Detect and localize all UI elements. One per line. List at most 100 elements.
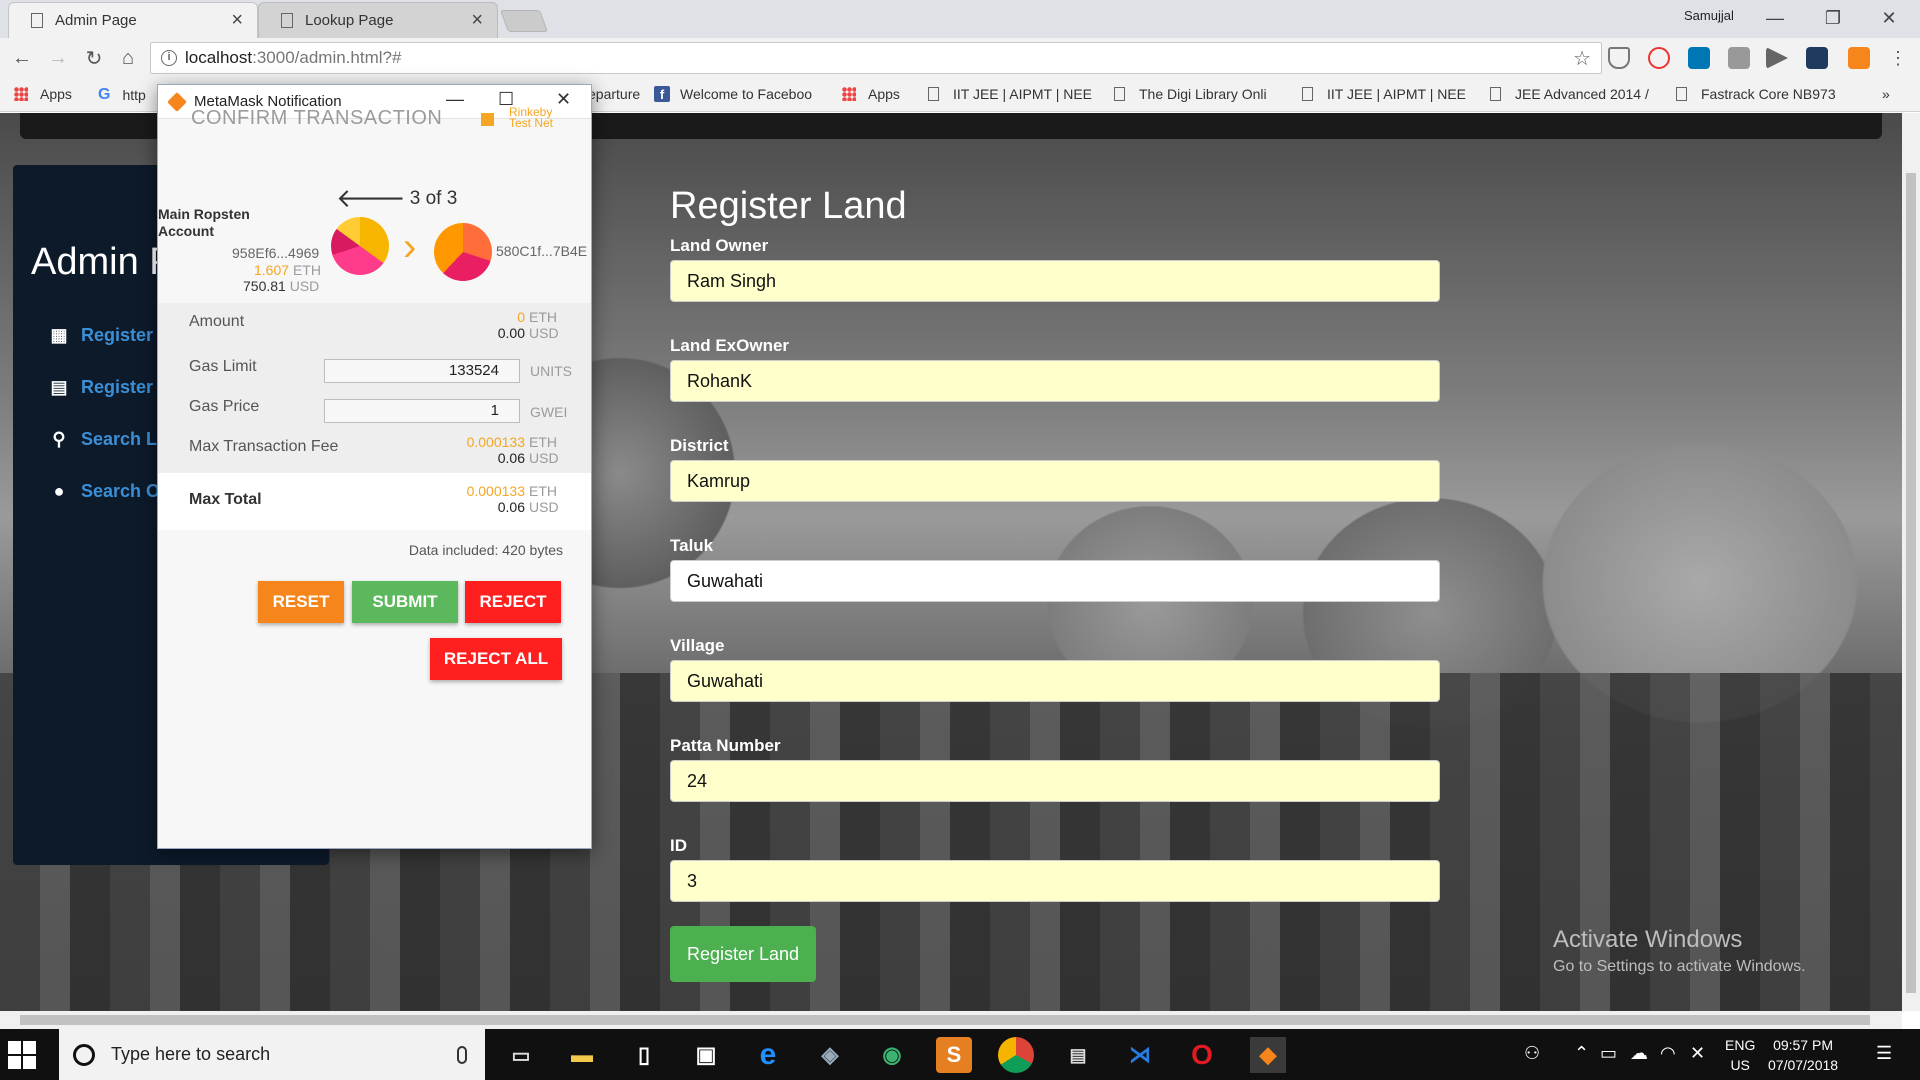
linkedin-extension-icon[interactable] — [1688, 47, 1710, 69]
task-view-icon[interactable]: ▭ — [503, 1037, 539, 1073]
gas-price-input[interactable]: 1 — [324, 399, 520, 423]
metamask-extension-icon[interactable] — [1848, 47, 1870, 69]
close-icon[interactable]: × — [231, 9, 243, 32]
bookmark-apps-2[interactable]: Apps — [842, 86, 922, 102]
vscode-icon[interactable]: ⋊ — [1122, 1037, 1158, 1073]
page-icon — [1490, 87, 1501, 101]
notepad-icon[interactable]: ▯ — [626, 1037, 662, 1073]
language-indicator[interactable]: ENG US — [1725, 1035, 1755, 1075]
extension-icon[interactable] — [1728, 47, 1750, 69]
tab-lookup-page[interactable]: Lookup Page × — [258, 2, 498, 38]
scroll-thumb[interactable] — [20, 1015, 1870, 1025]
land-owner-input[interactable] — [670, 260, 1440, 302]
scroll-thumb[interactable] — [1906, 173, 1916, 993]
to-address: 580C1f...7B4E — [496, 243, 588, 259]
id-input[interactable] — [670, 860, 1440, 902]
shield-extension-icon[interactable] — [1608, 47, 1630, 69]
back-icon[interactable]: ← — [8, 44, 36, 72]
bookmark-iit-jee-2[interactable]: IIT JEE | AIPMT | NEE — [1302, 86, 1467, 102]
submit-button[interactable]: SUBMIT — [352, 581, 458, 623]
taluk-input[interactable] — [670, 560, 1440, 602]
chrome-icon[interactable] — [998, 1037, 1034, 1073]
menu-icon[interactable]: ⋮ — [1884, 44, 1912, 72]
bookmark-apps[interactable]: Apps — [14, 86, 94, 102]
close-window-icon[interactable]: ✕ — [1866, 4, 1912, 32]
sublime-text-icon[interactable]: S — [936, 1037, 972, 1073]
patta-number-input[interactable] — [670, 760, 1440, 802]
max-total-label: Max Total — [189, 491, 262, 508]
extension-icon[interactable] — [1806, 47, 1828, 69]
file-explorer-icon[interactable]: ▬ — [564, 1037, 600, 1073]
restore-icon[interactable]: ❐ — [1810, 4, 1856, 32]
volume-muted-icon[interactable]: ✕ — [1690, 1043, 1705, 1064]
gas-price-label: Gas Price — [189, 398, 260, 415]
sidebar-item-search-land[interactable]: ⚲ Search La — [49, 429, 167, 450]
edge-icon[interactable]: e — [750, 1037, 786, 1073]
app-icon[interactable]: ◈ — [812, 1037, 848, 1073]
reject-button[interactable]: REJECT — [465, 581, 561, 623]
bookmark-digi-library[interactable]: The Digi Library Onli — [1114, 86, 1284, 102]
land-exowner-label: Land ExOwner — [670, 336, 790, 355]
tab-title: Admin Page — [55, 12, 137, 29]
minimize-icon[interactable]: — — [1752, 4, 1798, 32]
reload-icon[interactable]: ↻ — [80, 44, 108, 72]
grid-icon: ▦ — [50, 325, 68, 345]
page-icon — [281, 13, 293, 28]
close-icon[interactable]: ✕ — [556, 89, 571, 110]
vertical-scrollbar[interactable] — [1902, 113, 1920, 1011]
bookmark-jee-advanced[interactable]: JEE Advanced 2014 / — [1490, 86, 1660, 102]
forward-icon[interactable]: → — [44, 44, 72, 72]
reset-button[interactable]: RESET — [258, 581, 344, 623]
home-icon[interactable]: ⌂ — [114, 44, 142, 72]
bookmark-facebook[interactable]: f Welcome to Faceboo — [654, 86, 824, 102]
address-bar[interactable]: i localhost:3000/admin.html?# ☆ — [150, 42, 1602, 74]
horizontal-scrollbar[interactable] — [0, 1011, 1902, 1029]
sidebar-item-register-owner[interactable]: ▤ Register ( — [49, 377, 164, 398]
bookmark-departure[interactable]: eparture — [588, 86, 648, 102]
bookmark-fastrack[interactable]: Fastrack Core NB973 — [1676, 86, 1846, 102]
app-icon[interactable]: ◉ — [874, 1037, 910, 1073]
tab-admin-page[interactable]: Admin Page × — [8, 2, 258, 38]
bookmarks-overflow[interactable]: » — [1882, 86, 1890, 102]
close-icon[interactable]: × — [471, 9, 483, 32]
microphone-icon[interactable] — [457, 1045, 467, 1064]
taskbar-search-box[interactable]: Type here to search — [59, 1029, 485, 1080]
bookmark-star-icon[interactable]: ☆ — [1573, 46, 1591, 71]
google-icon: G — [98, 86, 111, 103]
gas-limit-input[interactable]: 133524 — [324, 359, 520, 383]
bookmark-google[interactable]: Ghttp — [98, 86, 158, 104]
village-input[interactable] — [670, 660, 1440, 702]
info-icon[interactable]: i — [161, 50, 177, 66]
max-total-row: Max Total 0.000133 ETH 0.06 USD — [158, 473, 591, 530]
notifications-icon[interactable]: ☰ — [1876, 1043, 1892, 1064]
register-land-button[interactable]: Register Land — [670, 926, 817, 982]
metamask-taskbar-icon[interactable]: ◆ — [1250, 1037, 1286, 1073]
reject-all-button[interactable]: REJECT ALL — [430, 638, 562, 680]
chevron-up-icon[interactable]: ⌃ — [1574, 1043, 1589, 1064]
battery-icon[interactable]: ▭ — [1600, 1043, 1617, 1064]
sidebar-item-register-land[interactable]: ▦ Register — [49, 325, 153, 346]
new-tab-button[interactable] — [499, 10, 549, 32]
land-exowner-input[interactable] — [670, 360, 1440, 402]
people-icon[interactable]: ⚇ — [1524, 1043, 1540, 1064]
bookmark-iit-jee[interactable]: IIT JEE | AIPMT | NEE — [928, 86, 1093, 102]
profile-name[interactable]: Samujjal — [1684, 8, 1734, 23]
wifi-icon[interactable]: ◠ — [1660, 1043, 1676, 1064]
clock[interactable]: 09:57 PM 07/07/2018 — [1768, 1035, 1838, 1075]
sidebar-item-label: Register ( — [81, 377, 165, 397]
id-label: ID — [670, 836, 687, 855]
confirm-transaction-heading: CONFIRM TRANSACTION — [191, 107, 443, 129]
network-icon[interactable]: ☁ — [1630, 1043, 1648, 1064]
district-input[interactable] — [670, 460, 1440, 502]
max-total-value: 0.000133 ETH 0.06 USD — [466, 483, 559, 515]
back-arrow-icon[interactable]: 🡐 — [336, 183, 406, 214]
minimize-icon[interactable]: — — [446, 89, 464, 110]
blocker-extension-icon[interactable] — [1648, 47, 1670, 69]
sidebar-item-search-owner[interactable]: ● Search Ow — [49, 481, 174, 502]
opera-icon[interactable]: O — [1184, 1037, 1220, 1073]
store-icon[interactable]: ▣ — [688, 1037, 724, 1073]
terminal-icon[interactable]: ▤ — [1060, 1037, 1096, 1073]
windows-start-icon[interactable] — [8, 1041, 36, 1069]
network-label[interactable]: Rinkeby Test Net — [509, 106, 553, 129]
play-extension-icon[interactable] — [1766, 47, 1788, 69]
